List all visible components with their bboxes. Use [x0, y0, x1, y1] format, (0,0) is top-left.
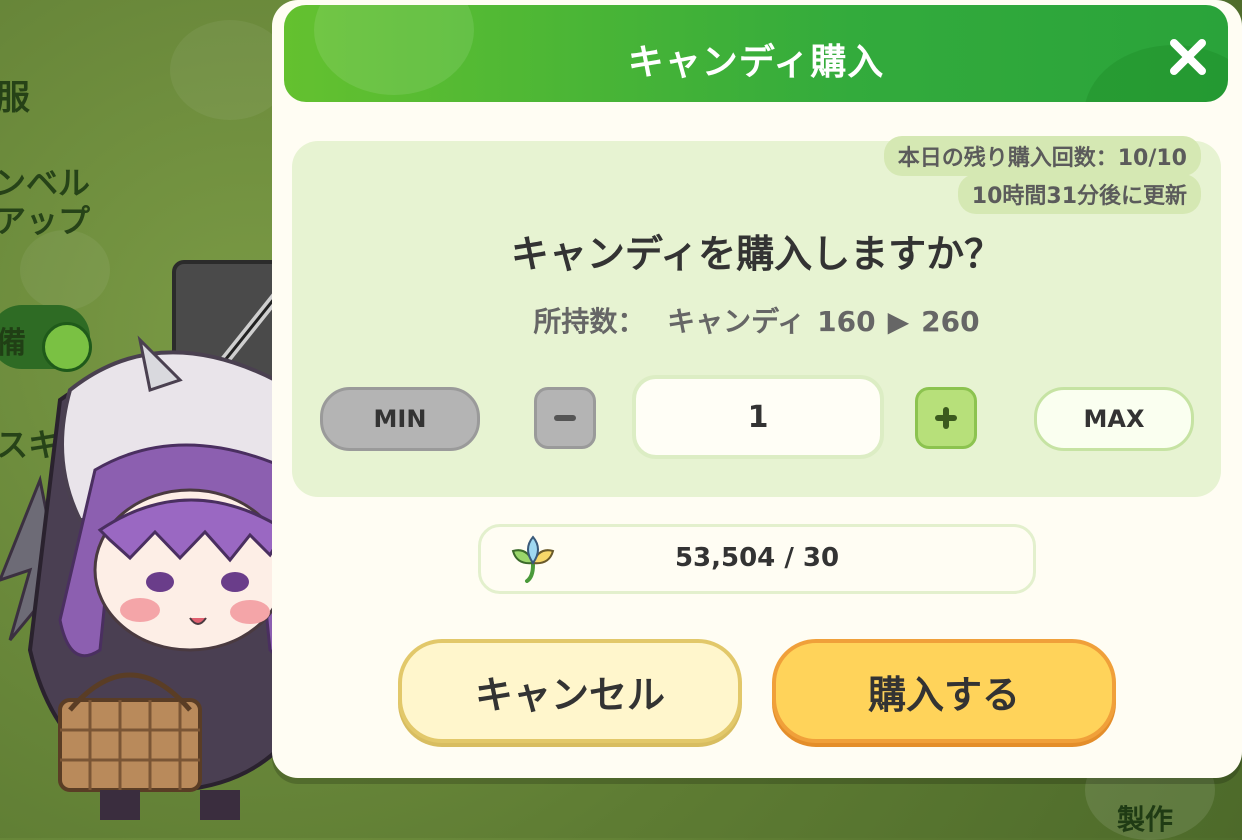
owned-after: 260 [921, 305, 980, 338]
minus-icon [554, 415, 576, 421]
increment-button[interactable] [915, 387, 977, 449]
close-icon [1170, 39, 1206, 75]
purchase-info-panel: 本日の残り購入回数：10/10 10時間31分後に更新 キャンディを購入しますか… [292, 136, 1221, 497]
refresh-timer-badge: 10時間31分後に更新 [957, 174, 1201, 214]
owned-label: 所持数： [533, 305, 646, 338]
sidebar-label-equipment-top: 服 [0, 78, 30, 118]
cancel-button[interactable]: キャンセル [398, 639, 742, 743]
plus-icon [935, 407, 957, 429]
owned-current: 160 [817, 305, 876, 338]
arrow-icon: ▶ [887, 305, 910, 338]
max-button[interactable]: MAX [1034, 387, 1194, 451]
owned-count: 所持数： キャンディ 160 ▶ 260 [292, 300, 1221, 340]
close-button[interactable] [1166, 35, 1210, 79]
dialog-header: キャンディ購入 [284, 5, 1228, 102]
craft-label: 製作 [1117, 803, 1174, 836]
sidebar-label-levelup-2: アップ [0, 202, 91, 240]
owned-item-name: キャンディ [667, 305, 806, 338]
quantity-input[interactable]: 1 [632, 375, 884, 459]
purchase-question: キャンディを購入しますか？ [510, 232, 1003, 276]
cost-display: 53,504 / 30 [478, 524, 1036, 594]
min-button[interactable]: MIN [320, 387, 480, 451]
purchase-button[interactable]: 購入する [772, 639, 1116, 743]
purchase-dialog: キャンディ購入 本日の残り購入回数：10/10 10時間31分後に更新 キャンデ… [272, 0, 1242, 778]
cost-text: 53,504 / 30 [674, 543, 840, 573]
dialog-title: キャンディ購入 [627, 42, 885, 83]
decrement-button[interactable] [534, 387, 596, 449]
remaining-purchases-badge: 本日の残り購入回数：10/10 [883, 136, 1201, 176]
bg-decoration [20, 230, 110, 310]
